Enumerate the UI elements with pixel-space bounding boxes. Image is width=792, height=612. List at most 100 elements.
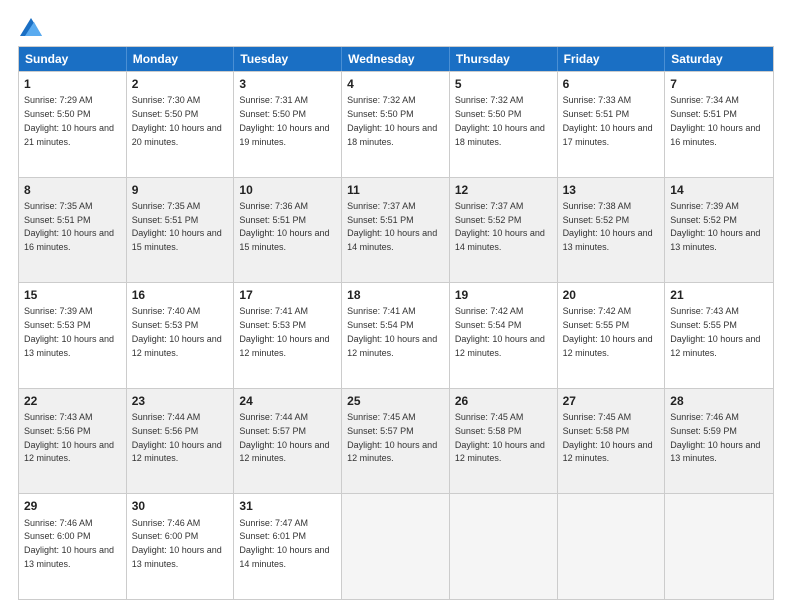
calendar-cell: 15 Sunrise: 7:39 AMSunset: 5:53 PMDayligh… [19,283,127,388]
cell-text: Sunrise: 7:44 AMSunset: 5:56 PMDaylight:… [132,412,222,463]
calendar-cell: 24 Sunrise: 7:44 AMSunset: 5:57 PMDayligh… [234,389,342,494]
cell-text: Sunrise: 7:36 AMSunset: 5:51 PMDaylight:… [239,201,329,252]
calendar-cell: 25 Sunrise: 7:45 AMSunset: 5:57 PMDayligh… [342,389,450,494]
cell-text: Sunrise: 7:45 AMSunset: 5:57 PMDaylight:… [347,412,437,463]
day-number: 31 [239,498,336,514]
cell-text: Sunrise: 7:31 AMSunset: 5:50 PMDaylight:… [239,95,329,146]
calendar-body: 1 Sunrise: 7:29 AMSunset: 5:50 PMDaylight… [19,71,773,599]
cell-text: Sunrise: 7:41 AMSunset: 5:54 PMDaylight:… [347,306,437,357]
calendar-cell: 20 Sunrise: 7:42 AMSunset: 5:55 PMDayligh… [558,283,666,388]
cell-text: Sunrise: 7:45 AMSunset: 5:58 PMDaylight:… [563,412,653,463]
day-number: 19 [455,287,552,303]
day-number: 27 [563,393,660,409]
cell-text: Sunrise: 7:39 AMSunset: 5:53 PMDaylight:… [24,306,114,357]
cell-text: Sunrise: 7:32 AMSunset: 5:50 PMDaylight:… [455,95,545,146]
day-number: 14 [670,182,768,198]
calendar-cell: 1 Sunrise: 7:29 AMSunset: 5:50 PMDaylight… [19,72,127,177]
calendar-cell: 2Sunrise: 7:30 AMSunset: 5:50 PMDaylight… [127,72,235,177]
cell-text: Sunrise: 7:41 AMSunset: 5:53 PMDaylight:… [239,306,329,357]
day-number: 15 [24,287,121,303]
cell-text: Sunrise: 7:46 AMSunset: 6:00 PMDaylight:… [132,518,222,569]
day-number: 7 [670,76,768,92]
cell-text: Sunrise: 7:42 AMSunset: 5:55 PMDaylight:… [563,306,653,357]
calendar-cell: 16Sunrise: 7:40 AMSunset: 5:53 PMDayligh… [127,283,235,388]
calendar-cell: 11Sunrise: 7:37 AMSunset: 5:51 PMDayligh… [342,178,450,283]
calendar-header: SundayMondayTuesdayWednesdayThursdayFrid… [19,47,773,71]
day-number: 10 [239,182,336,198]
calendar-cell: 9Sunrise: 7:35 AMSunset: 5:51 PMDaylight… [127,178,235,283]
calendar-cell [450,494,558,599]
calendar-cell: 8 Sunrise: 7:35 AMSunset: 5:51 PMDaylight… [19,178,127,283]
calendar: SundayMondayTuesdayWednesdayThursdayFrid… [18,46,774,600]
day-number: 5 [455,76,552,92]
cell-text: Sunrise: 7:33 AMSunset: 5:51 PMDaylight:… [563,95,653,146]
calendar-row: 29 Sunrise: 7:46 AMSunset: 6:00 PMDayligh… [19,493,773,599]
calendar-header-cell: Saturday [665,47,773,71]
day-number: 21 [670,287,768,303]
cell-text: Sunrise: 7:37 AMSunset: 5:52 PMDaylight:… [455,201,545,252]
day-number: 16 [132,287,229,303]
calendar-cell: 4 Sunrise: 7:32 AMSunset: 5:50 PMDaylight… [342,72,450,177]
calendar-cell: 31 Sunrise: 7:47 AMSunset: 6:01 PMDayligh… [234,494,342,599]
day-number: 20 [563,287,660,303]
day-number: 4 [347,76,444,92]
calendar-cell: 27 Sunrise: 7:45 AMSunset: 5:58 PMDayligh… [558,389,666,494]
calendar-header-cell: Friday [558,47,666,71]
calendar-cell: 6 Sunrise: 7:33 AMSunset: 5:51 PMDaylight… [558,72,666,177]
cell-text: Sunrise: 7:44 AMSunset: 5:57 PMDaylight:… [239,412,329,463]
day-number: 1 [24,76,121,92]
day-number: 9 [132,182,229,198]
day-number: 23 [132,393,229,409]
calendar-cell: 7Sunrise: 7:34 AMSunset: 5:51 PMDaylight… [665,72,773,177]
calendar-cell: 30Sunrise: 7:46 AMSunset: 6:00 PMDayligh… [127,494,235,599]
day-number: 26 [455,393,552,409]
calendar-cell: 29 Sunrise: 7:46 AMSunset: 6:00 PMDayligh… [19,494,127,599]
calendar-cell: 26Sunrise: 7:45 AMSunset: 5:58 PMDayligh… [450,389,558,494]
calendar-cell [665,494,773,599]
cell-text: Sunrise: 7:37 AMSunset: 5:51 PMDaylight:… [347,201,437,252]
calendar-header-cell: Wednesday [342,47,450,71]
day-number: 12 [455,182,552,198]
cell-text: Sunrise: 7:29 AMSunset: 5:50 PMDaylight:… [24,95,114,146]
calendar-cell: 12 Sunrise: 7:37 AMSunset: 5:52 PMDayligh… [450,178,558,283]
calendar-cell: 3Sunrise: 7:31 AMSunset: 5:50 PMDaylight… [234,72,342,177]
calendar-cell: 5 Sunrise: 7:32 AMSunset: 5:50 PMDaylight… [450,72,558,177]
calendar-cell: 28 Sunrise: 7:46 AMSunset: 5:59 PMDayligh… [665,389,773,494]
calendar-cell: 18 Sunrise: 7:41 AMSunset: 5:54 PMDayligh… [342,283,450,388]
day-number: 25 [347,393,444,409]
calendar-cell [342,494,450,599]
day-number: 28 [670,393,768,409]
day-number: 18 [347,287,444,303]
cell-text: Sunrise: 7:30 AMSunset: 5:50 PMDaylight:… [132,95,222,146]
cell-text: Sunrise: 7:46 AMSunset: 6:00 PMDaylight:… [24,518,114,569]
calendar-cell: 10 Sunrise: 7:36 AMSunset: 5:51 PMDayligh… [234,178,342,283]
cell-text: Sunrise: 7:43 AMSunset: 5:56 PMDaylight:… [24,412,114,463]
calendar-cell: 21 Sunrise: 7:43 AMSunset: 5:55 PMDayligh… [665,283,773,388]
cell-text: Sunrise: 7:42 AMSunset: 5:54 PMDaylight:… [455,306,545,357]
calendar-cell: 14 Sunrise: 7:39 AMSunset: 5:52 PMDayligh… [665,178,773,283]
cell-text: Sunrise: 7:46 AMSunset: 5:59 PMDaylight:… [670,412,760,463]
calendar-header-cell: Thursday [450,47,558,71]
cell-text: Sunrise: 7:32 AMSunset: 5:50 PMDaylight:… [347,95,437,146]
calendar-row: 15 Sunrise: 7:39 AMSunset: 5:53 PMDayligh… [19,282,773,388]
calendar-row: 22Sunrise: 7:43 AMSunset: 5:56 PMDayligh… [19,388,773,494]
calendar-header-cell: Sunday [19,47,127,71]
page: SundayMondayTuesdayWednesdayThursdayFrid… [0,0,792,612]
calendar-cell: 19 Sunrise: 7:42 AMSunset: 5:54 PMDayligh… [450,283,558,388]
cell-text: Sunrise: 7:35 AMSunset: 5:51 PMDaylight:… [24,201,114,252]
day-number: 6 [563,76,660,92]
cell-text: Sunrise: 7:43 AMSunset: 5:55 PMDaylight:… [670,306,760,357]
calendar-cell: 13Sunrise: 7:38 AMSunset: 5:52 PMDayligh… [558,178,666,283]
day-number: 13 [563,182,660,198]
calendar-cell: 23 Sunrise: 7:44 AMSunset: 5:56 PMDayligh… [127,389,235,494]
day-number: 8 [24,182,121,198]
calendar-cell [558,494,666,599]
calendar-row: 1 Sunrise: 7:29 AMSunset: 5:50 PMDaylight… [19,71,773,177]
cell-text: Sunrise: 7:47 AMSunset: 6:01 PMDaylight:… [239,518,329,569]
header [18,18,774,36]
cell-text: Sunrise: 7:39 AMSunset: 5:52 PMDaylight:… [670,201,760,252]
logo [18,18,42,36]
day-number: 29 [24,498,121,514]
calendar-header-cell: Monday [127,47,235,71]
day-number: 24 [239,393,336,409]
